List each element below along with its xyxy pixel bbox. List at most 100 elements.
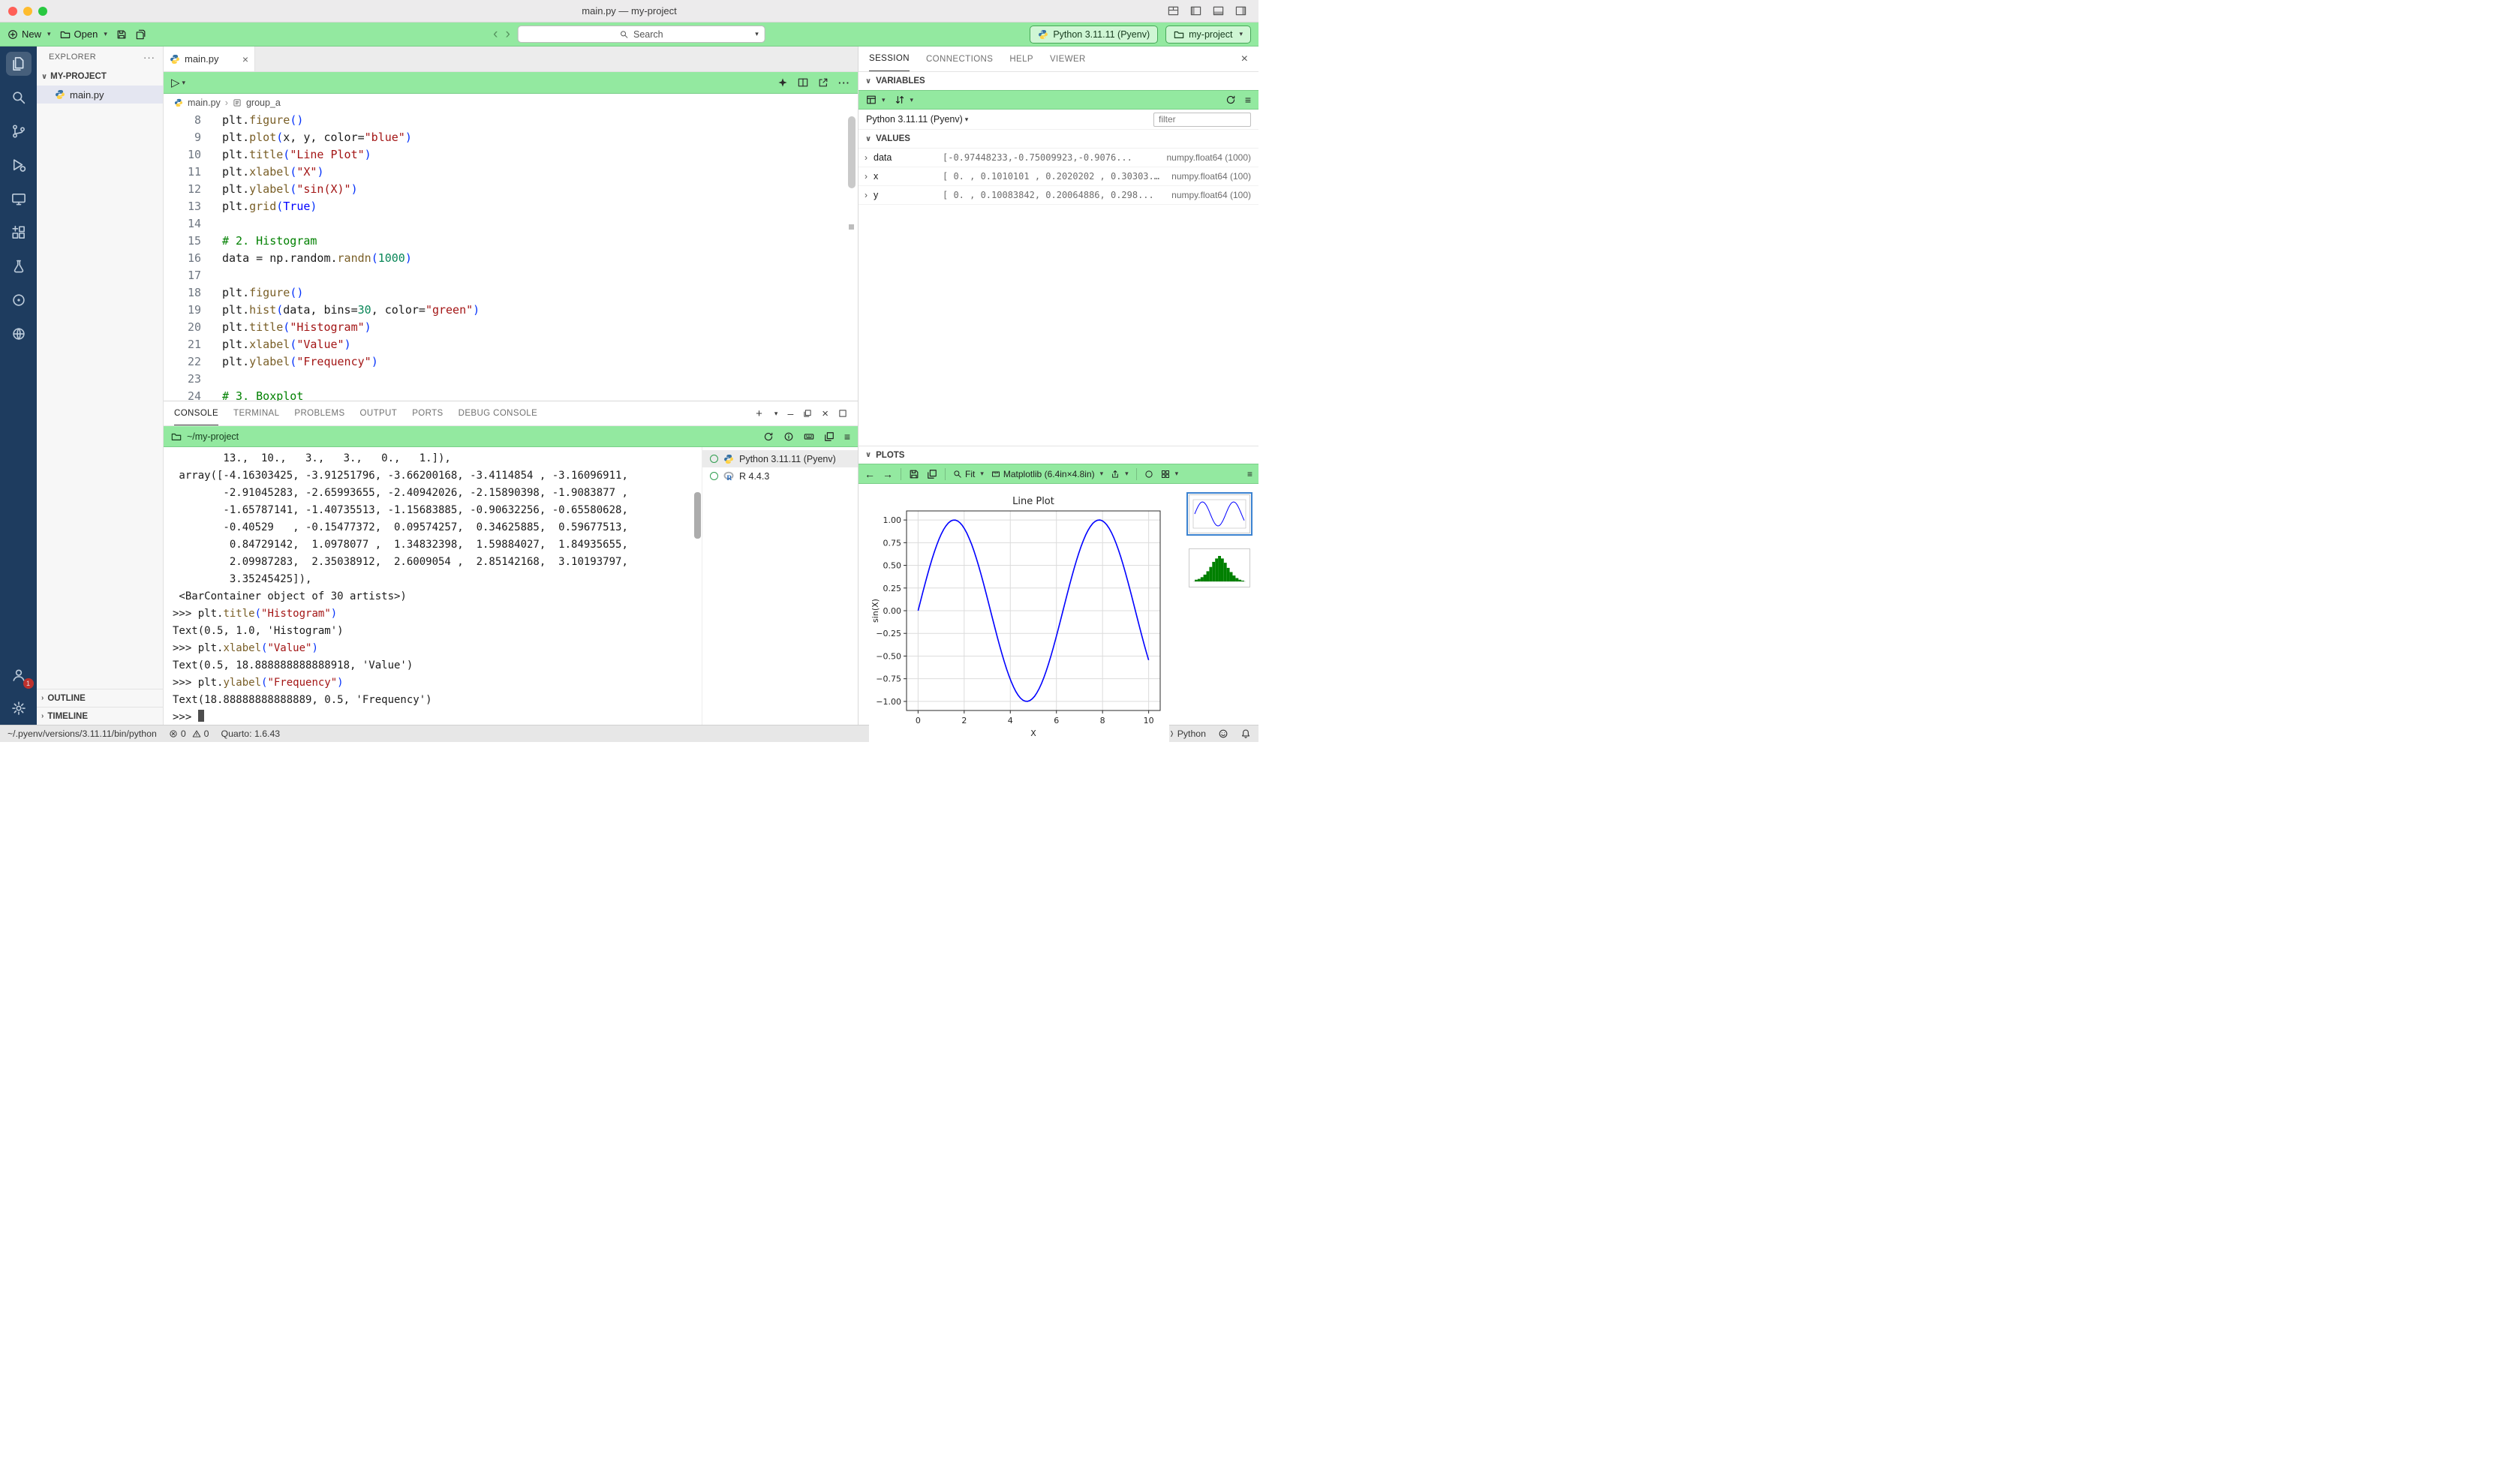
activity-run-debug[interactable] xyxy=(6,153,32,177)
refresh-variables-icon[interactable] xyxy=(1225,95,1236,105)
save-plot-icon[interactable] xyxy=(909,469,919,479)
toggle-panel-icon[interactable] xyxy=(1213,5,1224,17)
plot-sizing-policy-control[interactable]: Matplotlib (6.4in×4.8in)▾ xyxy=(991,469,1103,479)
chevron-right-icon[interactable]: › xyxy=(859,152,874,163)
language-mode[interactable]: Python xyxy=(1165,728,1206,739)
code-line[interactable]: 20plt.title("Histogram") xyxy=(164,319,858,336)
explorer-root-folder[interactable]: ∨ MY-PROJECT xyxy=(37,68,163,86)
console-scrollbar[interactable] xyxy=(694,492,701,539)
code-line[interactable]: 18plt.figure() xyxy=(164,284,858,302)
customize-layout-icon[interactable] xyxy=(1168,5,1179,17)
code-line[interactable]: 21plt.xlabel("Value") xyxy=(164,336,858,353)
tab-session[interactable]: SESSION xyxy=(869,47,910,71)
variables-filter-input[interactable] xyxy=(1153,113,1251,127)
tab-terminal[interactable]: TERMINAL xyxy=(233,401,279,425)
tab-mainpy[interactable]: main.py × xyxy=(164,47,255,71)
plot-layout-control[interactable]: ▾ xyxy=(1161,470,1179,479)
account-button[interactable]: 1 xyxy=(6,663,32,687)
interpreter-session-button[interactable]: Python 3.11.11 (Pyenv) xyxy=(1030,26,1158,44)
variables-menu-icon[interactable]: ≡ xyxy=(1245,94,1251,106)
session-radio-icon[interactable] xyxy=(710,472,718,480)
code-line[interactable]: 8plt.figure() xyxy=(164,112,858,129)
activity-source-control[interactable] xyxy=(6,119,32,143)
sort-variables-button[interactable]: ▾ xyxy=(895,95,914,105)
breadcrumb-file[interactable]: main.py xyxy=(188,98,221,108)
tab-connections[interactable]: CONNECTIONS xyxy=(926,47,993,71)
variables-section-header[interactable]: ∨ VARIABLES xyxy=(859,72,1258,90)
close-window-button[interactable] xyxy=(8,7,17,16)
code-line[interactable]: 10plt.title("Line Plot") xyxy=(164,146,858,164)
new-session-icon[interactable]: + xyxy=(756,407,762,420)
activity-publish[interactable] xyxy=(6,322,32,346)
save-all-icon[interactable] xyxy=(136,29,146,40)
project-button[interactable]: my-project ▾ xyxy=(1165,26,1251,44)
feedback-icon[interactable] xyxy=(1218,728,1228,739)
breadcrumb-symbol[interactable]: group_a xyxy=(246,98,281,108)
file-item-mainpy[interactable]: main.py xyxy=(37,86,163,104)
minimize-window-button[interactable] xyxy=(23,7,32,16)
tab-ports[interactable]: PORTS xyxy=(412,401,443,425)
session-radio-icon[interactable] xyxy=(710,455,718,463)
maximize-panel-icon[interactable] xyxy=(838,409,847,418)
values-group-header[interactable]: ∨ VALUES xyxy=(859,130,1258,149)
code-line[interactable]: 11plt.xlabel("X") xyxy=(164,164,858,181)
current-plot[interactable]: 02468101.000.750.500.250.00−0.25−0.50−0.… xyxy=(859,484,1180,725)
previous-plot-icon[interactable]: ← xyxy=(865,468,875,480)
search-input[interactable]: Search ▾ xyxy=(518,26,765,43)
explorer-actions-icon[interactable]: ··· xyxy=(143,52,155,63)
toggle-primary-sidebar-icon[interactable] xyxy=(1190,5,1201,17)
chevron-down-icon[interactable]: ▾ xyxy=(774,410,778,418)
activity-assistant[interactable] xyxy=(6,288,32,312)
chevron-right-icon[interactable]: › xyxy=(859,171,874,182)
tab-problems[interactable]: PROBLEMS xyxy=(294,401,344,425)
chevron-right-icon[interactable]: › xyxy=(859,190,874,200)
move-console-icon[interactable] xyxy=(824,431,834,442)
tab-console[interactable]: CONSOLE xyxy=(174,401,218,425)
console-menu-icon[interactable]: ≡ xyxy=(844,431,850,443)
tab-debug-console[interactable]: DEBUG CONSOLE xyxy=(459,401,538,425)
tab-viewer[interactable]: VIEWER xyxy=(1050,47,1086,71)
open-in-window-icon[interactable] xyxy=(818,77,828,88)
plot-thumbnail-histogram[interactable] xyxy=(1189,548,1250,587)
code-line[interactable]: 19plt.hist(data, bins=30, color="green") xyxy=(164,302,858,319)
next-plot-icon[interactable]: → xyxy=(883,468,893,480)
code-line[interactable]: 24# 3. Boxplot xyxy=(164,388,858,401)
assistant-sparkle-icon[interactable] xyxy=(777,77,788,88)
notifications-icon[interactable] xyxy=(1240,728,1251,739)
restore-panel-icon[interactable] xyxy=(803,409,812,418)
activity-remote-explorer[interactable] xyxy=(6,187,32,211)
toggle-secondary-sidebar-icon[interactable] xyxy=(1235,5,1246,17)
settings-button[interactable] xyxy=(6,696,32,720)
code-line[interactable]: 12plt.ylabel("sin(X)") xyxy=(164,181,858,198)
code-line[interactable]: 23 xyxy=(164,371,858,388)
run-options-chevron-icon[interactable]: ▾ xyxy=(182,79,186,87)
activity-extensions[interactable] xyxy=(6,221,32,245)
new-button[interactable]: New▾ xyxy=(8,29,51,40)
plots-section-header[interactable]: ∨ PLOTS xyxy=(859,446,1258,464)
variables-interpreter-row[interactable]: Python 3.11.11 (Pyenv) ▾ xyxy=(859,110,1258,130)
problems-status[interactable]: 0 0 xyxy=(169,728,209,739)
timeline-section[interactable]: › TIMELINE xyxy=(37,707,163,725)
console-output[interactable]: 13., 10., 3., 3., 0., 1.]), array([-4.16… xyxy=(164,447,702,725)
close-panel-icon[interactable]: × xyxy=(1241,53,1248,66)
open-button[interactable]: Open▾ xyxy=(60,29,107,40)
variable-row-x[interactable]: ›x[ 0. , 0.1010101 , 0.2020202 , 0.30303… xyxy=(859,167,1258,186)
code-line[interactable]: 15# 2. Histogram xyxy=(164,233,858,250)
plot-zoom-control[interactable]: Fit▾ xyxy=(953,469,984,479)
back-icon[interactable]: ‹ xyxy=(493,27,498,41)
tab-help[interactable]: HELP xyxy=(1009,47,1033,71)
activity-testing[interactable] xyxy=(6,254,32,278)
split-editor-icon[interactable] xyxy=(798,77,808,88)
code-editor[interactable]: 8plt.figure()9plt.plot(x, y, color="blue… xyxy=(164,112,858,401)
run-file-button[interactable]: ▷ xyxy=(171,76,180,89)
restart-console-icon[interactable] xyxy=(763,431,774,442)
interpreter-path[interactable]: ~/.pyenv/versions/3.11.11/bin/python xyxy=(8,728,157,739)
code-line[interactable]: 14 xyxy=(164,215,858,233)
quarto-version[interactable]: Quarto: 1.6.43 xyxy=(221,728,281,739)
plots-menu-icon[interactable]: ≡ xyxy=(1247,469,1252,479)
copy-plot-icon[interactable] xyxy=(927,469,937,479)
minimize-panel-icon[interactable]: – xyxy=(787,407,793,419)
group-variables-button[interactable]: ▾ xyxy=(866,95,886,105)
zoom-window-button[interactable] xyxy=(38,7,47,16)
variable-row-data[interactable]: ›data[-0.97448233,-0.75009923,-0.9076...… xyxy=(859,149,1258,167)
